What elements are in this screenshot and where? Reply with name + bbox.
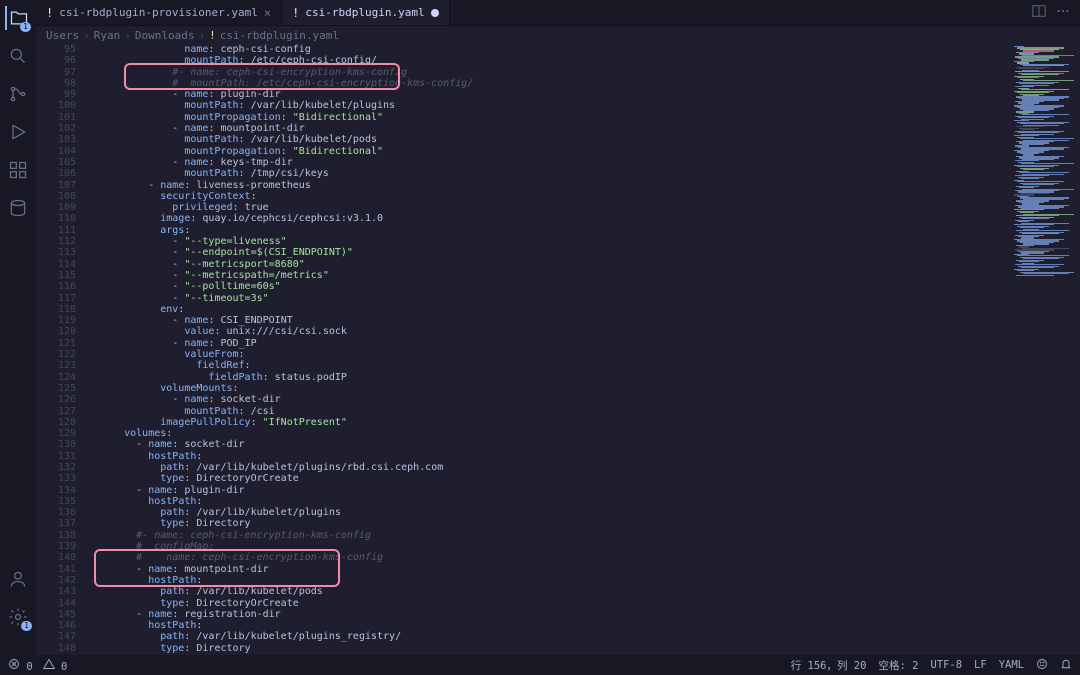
code-area[interactable]: 95 96 97 98 99 100 101 102 103 104 105 1… (36, 44, 1080, 655)
status-errors[interactable]: 0 (8, 658, 33, 673)
tab-bar: ! csi-rbdplugin-provisioner.yaml × ! csi… (36, 0, 1080, 26)
editor-group: ! csi-rbdplugin-provisioner.yaml × ! csi… (36, 0, 1080, 655)
breadcrumb-file[interactable]: csi-rbdplugin.yaml (220, 29, 339, 42)
activity-bar: 1 1 (0, 0, 36, 655)
line-number-gutter: 95 96 97 98 99 100 101 102 103 104 105 1… (36, 44, 88, 655)
status-bar: 0 0 行 156，列 20 空格: 2 UTF-8 LF YAML (0, 655, 1080, 675)
settings-icon[interactable]: 1 (6, 605, 30, 629)
status-spaces[interactable]: 空格: 2 (878, 658, 918, 673)
close-icon[interactable]: × (264, 6, 271, 20)
warning-icon: ! (46, 6, 53, 20)
minimap[interactable] (1010, 44, 1080, 655)
feedback-icon[interactable] (1036, 658, 1048, 673)
status-encoding[interactable]: UTF-8 (930, 659, 962, 671)
overview-ruler[interactable] (1000, 44, 1010, 655)
status-warnings[interactable]: 0 (43, 658, 68, 673)
breadcrumb-part[interactable]: Users (46, 29, 79, 42)
status-eol[interactable]: LF (974, 659, 987, 671)
split-editor-icon[interactable] (1032, 4, 1046, 21)
status-cursor[interactable]: 行 156，列 20 (791, 658, 867, 673)
editor-actions (1022, 0, 1080, 25)
more-actions-icon[interactable] (1056, 4, 1070, 21)
explorer-icon[interactable]: 1 (5, 6, 29, 30)
database-icon[interactable] (6, 196, 30, 220)
explorer-badge: 1 (20, 22, 31, 32)
breadcrumb-part[interactable]: Downloads (135, 29, 195, 42)
tab-rbdplugin[interactable]: ! csi-rbdplugin.yaml (282, 0, 449, 25)
notifications-icon[interactable] (1060, 658, 1072, 673)
settings-badge: 1 (21, 621, 32, 631)
dirty-indicator (431, 9, 439, 17)
account-icon[interactable] (6, 567, 30, 591)
source-control-icon[interactable] (6, 82, 30, 106)
search-icon[interactable] (6, 44, 30, 68)
tab-label: csi-rbdplugin.yaml (305, 6, 424, 19)
run-debug-icon[interactable] (6, 120, 30, 144)
breadcrumbs[interactable]: Users› Ryan› Downloads› ! csi-rbdplugin.… (36, 26, 1080, 44)
extensions-icon[interactable] (6, 158, 30, 182)
tab-provisioner[interactable]: ! csi-rbdplugin-provisioner.yaml × (36, 0, 282, 25)
warning-icon: ! (292, 6, 299, 20)
status-language[interactable]: YAML (999, 659, 1024, 671)
breadcrumb-part[interactable]: Ryan (94, 29, 121, 42)
warning-icon: ! (209, 29, 216, 42)
tab-label: csi-rbdplugin-provisioner.yaml (59, 6, 258, 19)
code-content[interactable]: name: ceph-csi-config mountPath: /etc/ce… (88, 44, 1000, 655)
